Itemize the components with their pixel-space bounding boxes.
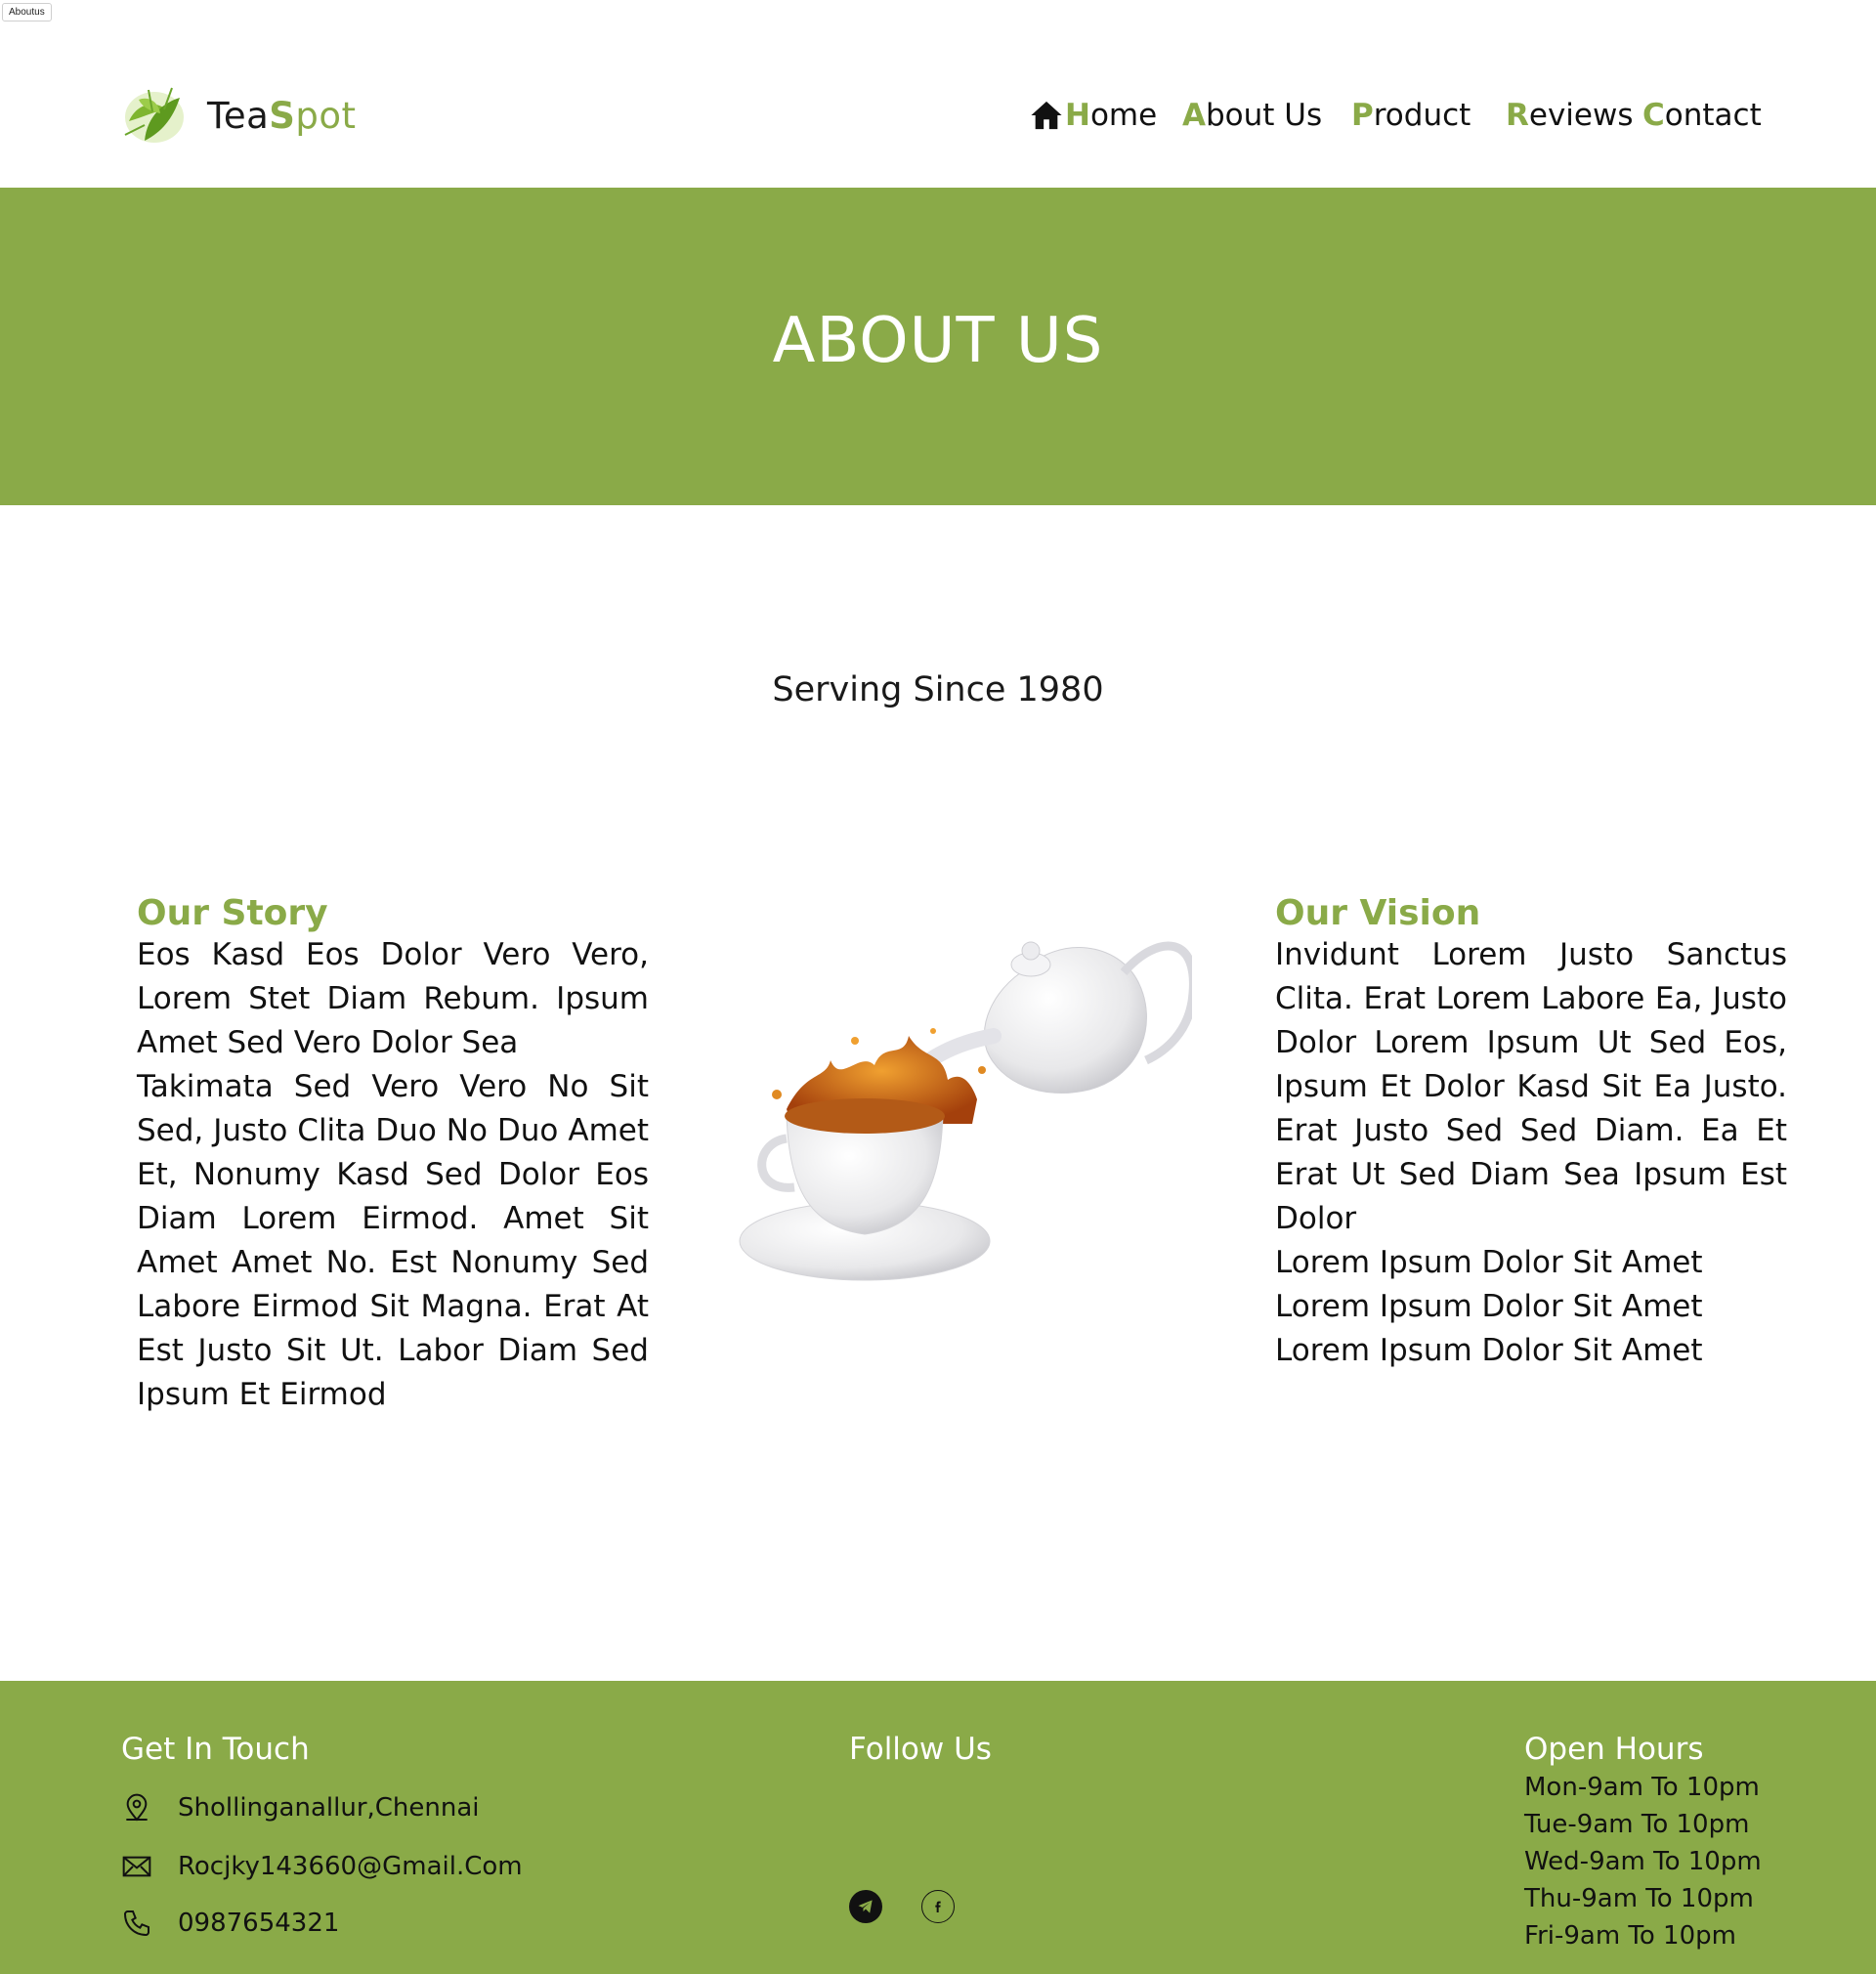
nav-item-contact-rest: ontact (1664, 98, 1762, 133)
mail-icon (122, 1856, 151, 1877)
nav-item-home-first: H (1065, 98, 1090, 133)
phone-row[interactable]: 0987654321 (121, 1908, 339, 1939)
nav-item-contact-first: C (1642, 98, 1665, 133)
address-row: Shollinganallur,Chennai (121, 1792, 480, 1824)
location-icon (126, 1793, 148, 1822)
open-hours-row: Fri-9am To 10pm (1524, 1921, 1736, 1951)
our-vision-section: Our Vision Invidunt Lorem Justo Sanctus … (1275, 893, 1787, 1373)
main-nav: Home About Us Product Reviews Contact (0, 98, 1876, 147)
open-hours-row: Tue-9am To 10pm (1524, 1810, 1750, 1839)
page-title: ABOUT US (772, 305, 1104, 377)
open-hours-block: Open Hours Mon-9am To 10pm Tue-9am To 10… (1524, 1732, 1762, 1954)
nav-item-about-first: A (1182, 98, 1206, 133)
site-header: TeaSpot Home About Us Product Reviews Co… (0, 0, 1876, 188)
phone-icon (123, 1910, 149, 1937)
facebook-link[interactable] (921, 1890, 955, 1923)
nav-item-product-rest: roduct (1373, 98, 1471, 133)
phone-text[interactable]: 0987654321 (178, 1909, 339, 1938)
nav-item-product[interactable]: Product (1351, 98, 1471, 133)
nav-item-about-rest: bout Us (1206, 98, 1323, 133)
open-hours-row: Wed-9am To 10pm (1524, 1847, 1762, 1876)
our-story-section: Our Story Eos Kasd Eos Dolor Vero Vero, … (137, 893, 649, 1417)
open-hours-row: Mon-9am To 10pm (1524, 1773, 1760, 1802)
hero-banner: ABOUT US (0, 188, 1876, 505)
get-in-touch-title: Get In Touch (121, 1732, 310, 1767)
nav-item-about[interactable]: About Us (1182, 98, 1322, 133)
open-hours-row: Thu-9am To 10pm (1524, 1884, 1754, 1913)
address-text: Shollinganallur,Chennai (178, 1793, 480, 1823)
our-story-paragraph: Takimata Sed Vero Vero No Sit Sed, Justo… (137, 1069, 649, 1412)
nav-item-reviews-first: R (1506, 98, 1529, 133)
nav-item-home-rest: ome (1089, 98, 1158, 133)
our-vision-title: Our Vision (1275, 893, 1481, 933)
facebook-icon (935, 1901, 941, 1912)
nav-item-home[interactable]: Home (1030, 98, 1157, 133)
email-text[interactable]: Rocjky143660@Gmail.Com (178, 1852, 523, 1881)
our-vision-text: Invidunt Lorem Justo Sanctus Clita. Erat… (1275, 933, 1787, 1373)
our-vision-paragraph: Invidunt Lorem Justo Sanctus Clita. Erat… (1275, 937, 1787, 1236)
open-hours-list: Mon-9am To 10pm Tue-9am To 10pm Wed-9am … (1524, 1769, 1762, 1954)
serving-since-heading: Serving Since 1980 (772, 670, 1104, 709)
teapot-pouring-cup-image (739, 941, 1192, 1281)
our-vision-line: Lorem Ipsum Dolor Sit Amet (1275, 1333, 1703, 1368)
telegram-link[interactable] (849, 1890, 882, 1923)
email-row[interactable]: Rocjky143660@Gmail.Com (121, 1851, 523, 1882)
nav-item-product-first: P (1351, 98, 1374, 133)
our-story-title: Our Story (137, 893, 328, 933)
home-icon (1031, 101, 1062, 130)
social-links (849, 1890, 994, 1923)
nav-item-reviews-rest: eviews (1528, 98, 1634, 133)
nav-item-reviews[interactable]: Reviews (1506, 98, 1633, 133)
our-story-paragraph: Eos Kasd Eos Dolor Vero Vero, Lorem Stet… (137, 937, 649, 1060)
teacup-icon (739, 1098, 991, 1281)
follow-us-title: Follow Us (849, 1732, 992, 1767)
our-vision-line: Lorem Ipsum Dolor Sit Amet (1275, 1245, 1703, 1280)
site-footer: Get In Touch Shollinganallur,Chennai Roc… (0, 1681, 1876, 1974)
telegram-icon (858, 1900, 873, 1913)
our-vision-line: Lorem Ipsum Dolor Sit Amet (1275, 1289, 1703, 1324)
get-in-touch-block: Get In Touch Shollinganallur,Chennai Roc… (121, 1732, 523, 1938)
our-story-text: Eos Kasd Eos Dolor Vero Vero, Lorem Stet… (137, 933, 649, 1417)
nav-item-contact[interactable]: Contact (1642, 98, 1762, 133)
follow-us-block: Follow Us (849, 1732, 992, 1923)
open-hours-title: Open Hours (1524, 1732, 1704, 1767)
